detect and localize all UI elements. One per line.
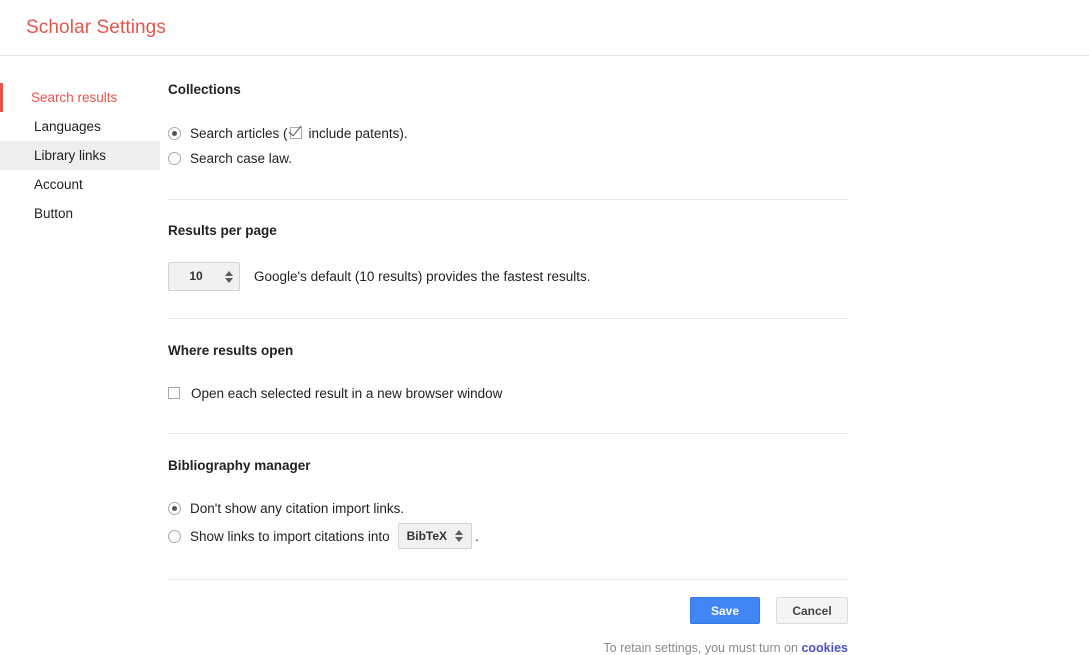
section-results-per-page: Results per page 10 Google's default (10…	[168, 222, 848, 291]
settings-sidebar: Search results Languages Library links A…	[0, 56, 160, 228]
option-show-citation-links-label: Show links to import citations into	[190, 528, 390, 544]
option-search-articles[interactable]: Search articles ( include patents).	[168, 124, 848, 143]
caret-up-icon	[225, 270, 233, 276]
results-per-page-row: 10 Google's default (10 results) provide…	[168, 262, 848, 291]
radio-dot-icon	[172, 506, 177, 511]
section-divider	[168, 432, 848, 434]
action-button-row: Save Cancel	[168, 597, 848, 624]
section-title-results-per-page: Results per page	[168, 222, 277, 238]
section-bibliography-manager: Bibliography manager Don't show any cita…	[168, 457, 848, 549]
sidebar-item-library-links[interactable]: Library links	[0, 141, 160, 170]
radio-dot-icon	[172, 130, 177, 136]
page-body: Search results Languages Library links A…	[0, 56, 1089, 655]
radio-search-articles[interactable]	[168, 126, 181, 140]
include-patents-label: include patents).	[308, 125, 408, 141]
sidebar-item-label: Library links	[34, 148, 107, 163]
include-patents-control[interactable]: include patents).	[289, 124, 408, 143]
sidebar-item-label: Button	[34, 206, 74, 221]
section-where-results-open: Where results open Open each selected re…	[168, 344, 848, 403]
sidebar-item-label: Account	[34, 177, 83, 192]
spinner-arrows-icon[interactable]	[225, 270, 233, 283]
option-search-articles-label: Search articles (	[190, 125, 288, 141]
sidebar-item-search-results[interactable]: Search results	[0, 83, 160, 112]
checkbox-open-new-window[interactable]	[168, 387, 180, 399]
select-results-per-page-value: 10	[189, 269, 203, 283]
results-per-page-hint: Google's default (10 results) provides t…	[254, 269, 591, 284]
option-no-citation-links[interactable]: Don't show any citation import links.	[168, 499, 848, 518]
sidebar-item-button[interactable]: Button	[0, 199, 160, 228]
section-divider	[168, 579, 848, 580]
save-button[interactable]: Save	[690, 597, 760, 624]
option-search-case-law-label: Search case law.	[190, 150, 293, 166]
radio-show-citation-links[interactable]	[168, 529, 181, 543]
radio-no-citation-links[interactable]	[168, 502, 181, 515]
radio-search-case-law[interactable]	[168, 151, 181, 165]
sidebar-item-languages[interactable]: Languages	[0, 112, 160, 141]
cookies-note: To retain settings, you must turn on coo…	[168, 641, 848, 655]
section-title-collections: Collections	[168, 82, 241, 97]
caret-down-icon	[455, 537, 464, 542]
select-bibliography-manager-value: BibTeX	[406, 528, 448, 543]
select-bibliography-manager[interactable]: BibTeX	[397, 523, 473, 549]
option-no-citation-links-label: Don't show any citation import links.	[190, 501, 405, 516]
section-title-bibliography-manager: Bibliography manager	[168, 457, 311, 473]
option-search-case-law[interactable]: Search case law.	[168, 149, 848, 168]
settings-content: Collections Search articles ( include pa…	[160, 56, 1089, 655]
caret-down-icon	[225, 277, 233, 283]
select-results-per-page[interactable]: 10	[168, 262, 240, 291]
sidebar-item-label: Search results	[31, 90, 118, 105]
section-title-where-results-open: Where results open	[168, 343, 294, 358]
option-show-citation-links[interactable]: Show links to import citations into BibT…	[168, 523, 848, 549]
option-open-new-window-label: Open each selected result in a new brows…	[191, 385, 503, 401]
section-divider	[168, 198, 848, 200]
sidebar-item-account[interactable]: Account	[0, 170, 160, 199]
section-divider	[168, 318, 848, 319]
spinner-arrows-icon[interactable]	[455, 530, 464, 542]
app-header: Scholar Settings	[0, 0, 1089, 56]
checkbox-include-patents[interactable]	[289, 127, 302, 139]
option-show-citation-links-suffix: .	[475, 528, 479, 544]
cookies-note-text: To retain settings, you must turn on	[603, 641, 798, 655]
page-title: Scholar Settings	[26, 17, 166, 38]
option-open-new-window[interactable]: Open each selected result in a new brows…	[168, 384, 848, 403]
sidebar-item-label: Languages	[34, 119, 101, 134]
caret-up-icon	[455, 530, 464, 535]
cancel-button[interactable]: Cancel	[776, 597, 848, 624]
cookies-link[interactable]: cookies	[801, 641, 848, 655]
section-collections: Collections Search articles ( include pa…	[168, 83, 848, 168]
